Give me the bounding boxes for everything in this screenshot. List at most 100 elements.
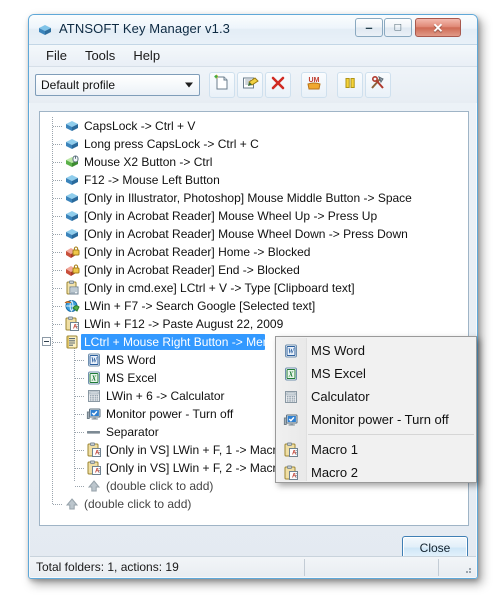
clipboard-paste-icon: A bbox=[283, 464, 299, 481]
tools-hammer-wrench-icon bbox=[369, 74, 387, 97]
svg-text:X: X bbox=[288, 370, 294, 378]
context-menu-item[interactable]: Monitor power - Turn off bbox=[276, 408, 476, 431]
tree-row-label: [Only in Acrobat Reader] Mouse Wheel Dow… bbox=[84, 227, 408, 241]
resize-grip[interactable] bbox=[461, 563, 473, 575]
ms-excel-icon: X bbox=[283, 365, 299, 382]
svg-text:A: A bbox=[95, 469, 100, 475]
tree-row[interactable]: [Only in cmd.exe] LCtrl + V -> Type [Cli… bbox=[40, 279, 468, 297]
tree-row-label: [Only in Acrobat Reader] Home -> Blocked bbox=[84, 245, 311, 259]
tree-row[interactable]: F12 -> Mouse Left Button bbox=[40, 171, 468, 189]
green-mouse-icon bbox=[64, 154, 80, 170]
svg-text:A: A bbox=[292, 450, 297, 456]
clipboard-paste-icon: A bbox=[283, 441, 299, 458]
clipboard-paste-icon: A bbox=[86, 460, 102, 476]
globe-icon bbox=[64, 298, 80, 314]
close-button-label: Close bbox=[419, 540, 451, 555]
calculator-icon bbox=[86, 388, 102, 404]
status-divider-1 bbox=[304, 559, 305, 576]
tree-row-label: F12 -> Mouse Left Button bbox=[84, 173, 220, 187]
tree-row-label: LWin + 6 -> Calculator bbox=[106, 389, 225, 403]
minimize-button[interactable]: – bbox=[355, 18, 383, 37]
tree-row-label: (double click to add) bbox=[84, 497, 192, 511]
status-bar: Total folders: 1, actions: 19 bbox=[30, 556, 476, 577]
svg-text:A: A bbox=[95, 451, 100, 457]
status-divider-2 bbox=[438, 559, 439, 576]
menu-help[interactable]: Help bbox=[124, 46, 169, 65]
tree-expander-collapse[interactable] bbox=[42, 337, 51, 346]
tree-row[interactable]: [Only in Acrobat Reader] Mouse Wheel Up … bbox=[40, 207, 468, 225]
tree-row-label: Monitor power - Turn off bbox=[106, 407, 234, 421]
tree-row-label: (double click to add) bbox=[106, 479, 214, 493]
tree-row[interactable]: LWin + F7 -> Search Google [Selected tex… bbox=[40, 297, 468, 315]
toolbar: Default profile UM bbox=[29, 67, 477, 103]
svg-text:A: A bbox=[73, 325, 78, 331]
tree-row[interactable]: Mouse X2 Button -> Ctrl bbox=[40, 153, 468, 171]
svg-text:W: W bbox=[288, 347, 295, 355]
context-menu-item-label: Macro 2 bbox=[311, 465, 358, 480]
separator-icon bbox=[86, 424, 102, 440]
um-button[interactable]: UM bbox=[301, 72, 327, 98]
new-action-button[interactable] bbox=[209, 72, 235, 98]
maximize-button[interactable]: □ bbox=[384, 18, 412, 37]
close-window-button[interactable]: ✕ bbox=[415, 18, 461, 37]
tree-row[interactable]: A LWin + F12 -> Paste August 22, 2009 bbox=[40, 315, 468, 333]
context-menu-item-label: Calculator bbox=[311, 389, 370, 404]
tree-row-label: LWin + F12 -> Paste August 22, 2009 bbox=[84, 317, 284, 331]
close-icon: ✕ bbox=[432, 20, 444, 35]
blue-key-icon bbox=[64, 208, 80, 224]
tree-row[interactable]: [Only in Acrobat Reader] Mouse Wheel Dow… bbox=[40, 225, 468, 243]
settings-button[interactable] bbox=[365, 72, 391, 98]
blue-key-icon bbox=[64, 118, 80, 134]
tree-row-label: CapsLock -> Ctrl + V bbox=[84, 119, 196, 133]
tree-row-label: [Only in cmd.exe] LCtrl + V -> Type [Cli… bbox=[84, 281, 355, 295]
tree-row-label: Separator bbox=[106, 425, 159, 439]
tree-row[interactable]: [Only in Acrobat Reader] End -> Blocked bbox=[40, 261, 468, 279]
add-arrow-icon bbox=[86, 478, 102, 494]
menu-bar: File Tools Help bbox=[29, 45, 477, 67]
svg-text:X: X bbox=[91, 375, 97, 383]
tree-row-label: Long press CapsLock -> Ctrl + C bbox=[84, 137, 259, 151]
tree-row[interactable]: (double click to add) bbox=[40, 495, 468, 513]
blue-key-icon bbox=[64, 226, 80, 242]
tree-row-label: Mouse X2 Button -> Ctrl bbox=[84, 155, 213, 169]
context-menu-item[interactable]: W MS Word bbox=[276, 339, 476, 362]
ms-word-icon: W bbox=[283, 342, 299, 359]
menu-file[interactable]: File bbox=[37, 46, 76, 65]
tree-row-label: [Only in VS] LWin + F, 2 -> Macro 2 bbox=[106, 461, 294, 475]
menu-list-icon bbox=[64, 334, 80, 350]
chevron-down-icon bbox=[185, 82, 193, 88]
context-menu[interactable]: W MS Word X MS Excel Calculator Monitor power… bbox=[275, 336, 477, 483]
tree-row[interactable]: [Only in Illustrator, Photoshop] Mouse M… bbox=[40, 189, 468, 207]
tree-row-label: MS Word bbox=[106, 353, 156, 367]
pause-button[interactable] bbox=[337, 72, 363, 98]
clipboard-paste-icon: A bbox=[86, 442, 102, 458]
tree-row-label: [Only in VS] LWin + F, 1 -> Macro 1 bbox=[106, 443, 294, 457]
context-menu-separator bbox=[308, 434, 474, 435]
context-menu-item[interactable]: X MS Excel bbox=[276, 362, 476, 385]
edit-action-button[interactable] bbox=[237, 72, 263, 98]
red-blocked-icon bbox=[64, 262, 80, 278]
context-menu-item[interactable]: Calculator bbox=[276, 385, 476, 408]
tree-row[interactable]: [Only in Acrobat Reader] Home -> Blocked bbox=[40, 243, 468, 261]
blue-key-icon bbox=[64, 136, 80, 152]
maximize-icon: □ bbox=[394, 21, 402, 33]
clipboard-paste-icon: A bbox=[64, 316, 80, 332]
application-window: ATNSOFT Key Manager v1.3 – □ ✕ File Tool… bbox=[28, 14, 478, 579]
svg-text:W: W bbox=[91, 357, 98, 365]
blue-key-icon bbox=[64, 172, 80, 188]
tree-row[interactable]: CapsLock -> Ctrl + V bbox=[40, 117, 468, 135]
new-document-icon bbox=[213, 73, 231, 97]
tree-row-label: MS Excel bbox=[106, 371, 157, 385]
context-menu-item-label: MS Excel bbox=[311, 366, 366, 381]
context-menu-item[interactable]: A Macro 1 bbox=[276, 438, 476, 461]
tree-row-label: LWin + F7 -> Search Google [Selected tex… bbox=[84, 299, 316, 313]
calculator-icon bbox=[283, 388, 299, 405]
window-title: ATNSOFT Key Manager v1.3 bbox=[59, 21, 230, 36]
menu-tools[interactable]: Tools bbox=[76, 46, 124, 65]
delete-action-button[interactable] bbox=[265, 72, 291, 98]
profile-combobox[interactable]: Default profile bbox=[35, 74, 200, 96]
context-menu-item-label: Macro 1 bbox=[311, 442, 358, 457]
context-menu-item[interactable]: A Macro 2 bbox=[276, 461, 476, 484]
pause-icon bbox=[341, 74, 359, 97]
tree-row[interactable]: Long press CapsLock -> Ctrl + C bbox=[40, 135, 468, 153]
